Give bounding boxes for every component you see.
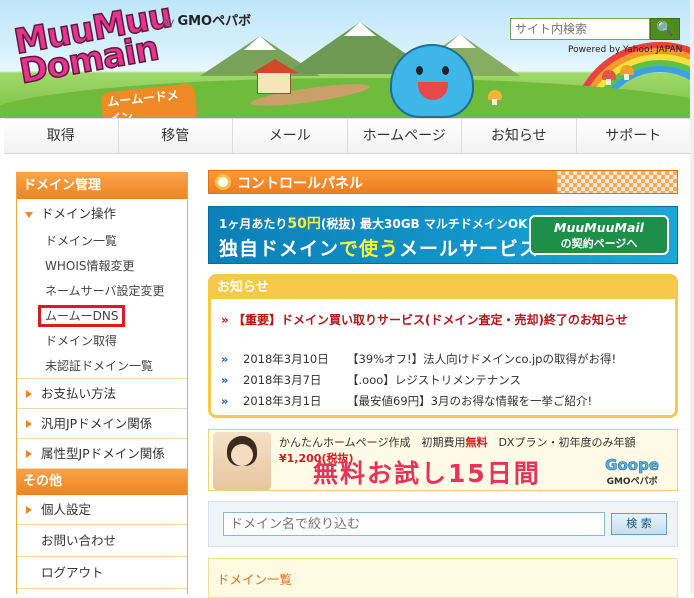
page-title: コントロールパネル xyxy=(237,176,363,192)
nav-item-homepage[interactable]: ホームページ xyxy=(347,119,462,153)
mail-banner-top: 1ヶ月あたり50円(税抜) 最大30GB マルチドメインOK! xyxy=(219,216,533,232)
news-item: » 2018年3月10日 【39%オフ!】法人向けドメインco.jpの取得がお得… xyxy=(221,349,671,370)
nav-item-mail[interactable]: メール xyxy=(233,119,348,153)
logo-sub: ムームードメイン xyxy=(100,83,198,118)
news-item: » 2018年3月7日 【.ooo】レジストリメンテナンス xyxy=(221,370,671,391)
goope-logo: Goope GMOペパボ xyxy=(605,456,659,487)
mail-banner-main: 独自ドメインで使うメールサービス xyxy=(219,238,540,260)
sidebar-item-contact[interactable]: お問い合わせ xyxy=(17,525,187,557)
snow-cap xyxy=(444,34,476,48)
gmo-byline: by GMOペパボ xyxy=(162,14,252,29)
sidebar-item-nameserver[interactable]: ネームサーバ設定変更 xyxy=(17,279,187,304)
sidebar-item-general-jp[interactable]: 汎用JPドメイン関係 xyxy=(17,409,187,439)
scrollbar[interactable] xyxy=(690,0,694,594)
woman-photo xyxy=(213,432,271,490)
news-title: お知らせ xyxy=(211,277,675,299)
control-panel-title: コントロールパネル xyxy=(208,170,678,194)
mail-contract-button[interactable]: MuuMuuMail の契約ページへ xyxy=(529,215,669,255)
mushroom-decoration xyxy=(488,90,502,105)
gear-icon xyxy=(215,174,231,190)
mail-service-banner[interactable]: 1ヶ月あたり50円(税抜) 最大30GB マルチドメインOK! 独自ドメインで使… xyxy=(208,206,678,264)
sidebar-item-domain-list[interactable]: ドメイン一覧 xyxy=(17,229,187,254)
snow-cap xyxy=(344,22,376,36)
news-date: 2018年3月10日 xyxy=(243,352,329,366)
sidebar-item-domain-ops[interactable]: ドメイン操作 xyxy=(17,199,187,229)
news-date: 2018年3月7日 xyxy=(243,373,322,387)
domain-filter: 検 索 xyxy=(208,501,678,547)
news-headline-link[interactable]: » 【重要】ドメイン買い取りサービス(ドメイン査定・売却)終了のお知らせ xyxy=(221,311,628,328)
mushroom-decoration xyxy=(602,70,616,85)
snow-cap xyxy=(244,36,276,50)
sidebar-item-payment[interactable]: お支払い方法 xyxy=(17,379,187,409)
news-date: 2018年3月1日 xyxy=(243,394,322,408)
nav-item-transfer[interactable]: 移管 xyxy=(118,119,233,153)
news-item: » 2018年3月1日 【最安値69円】3月のお得な情報を一挙ご紹介! xyxy=(221,391,671,412)
sidebar-item-domain-acquire[interactable]: ドメイン取得 xyxy=(17,329,187,354)
sidebar-item-muumuu-dns[interactable]: ムームーDNS xyxy=(17,304,187,329)
site-header: MuuMuu Domain ムームードメイン by GMOペパボ 🔍 Power… xyxy=(0,0,694,118)
news-link[interactable]: 【.ooo】レジストリメンテナンス xyxy=(347,370,521,391)
hp-banner-main: 無料お試し15日間 xyxy=(313,459,541,488)
news-list: » 2018年3月10日 【39%オフ!】法人向けドメインco.jpの取得がお得… xyxy=(221,349,671,412)
search-icon[interactable]: 🔍 xyxy=(650,18,680,40)
house-illustration xyxy=(252,59,298,94)
sidebar-item-whois[interactable]: WHOIS情報変更 xyxy=(17,254,187,279)
nav-item-acquire[interactable]: 取得 xyxy=(4,119,119,153)
news-link[interactable]: 【最安値69円】3月のお得な情報を一挙ご紹介! xyxy=(347,391,592,412)
double-chevron-icon: » xyxy=(221,373,229,387)
sidebar-item-logout[interactable]: ログアウト xyxy=(17,557,187,589)
sidebar-item-personal[interactable]: 個人設定 xyxy=(17,495,187,525)
search-button[interactable]: 検 索 xyxy=(611,513,667,535)
mascot-bear xyxy=(390,44,474,118)
global-nav: 取得 移管 メール ホームページ お知らせ サポート xyxy=(4,118,690,154)
news-box: お知らせ » 【重要】ドメイン買い取りサービス(ドメイン査定・売却)終了のお知ら… xyxy=(208,274,678,418)
sidebar-section-title-other: その他 xyxy=(17,469,187,495)
mushroom-decoration xyxy=(620,65,634,80)
checker-decoration xyxy=(557,171,677,193)
double-chevron-icon: » xyxy=(221,394,229,408)
powered-by-text: Powered by Yahoo! JAPAN xyxy=(568,45,683,55)
homepage-trial-banner[interactable]: かんたんホームページ作成 初期費用無料 DXプラン・初年度のみ年額¥1,200(… xyxy=(208,429,678,491)
double-chevron-icon: » xyxy=(221,352,229,366)
sidebar-item-unverified[interactable]: 未認証ドメイン一覧 xyxy=(17,354,187,379)
site-search-input[interactable] xyxy=(510,18,650,40)
nav-item-news[interactable]: お知らせ xyxy=(462,119,577,153)
news-link[interactable]: 【39%オフ!】法人向けドメインco.jpの取得がお得! xyxy=(347,349,616,370)
nav-item-support[interactable]: サポート xyxy=(576,119,690,153)
double-chevron-icon: » xyxy=(221,313,229,327)
domain-list-title: ドメイン一覧 xyxy=(217,572,293,587)
sidebar-item-attribute-jp[interactable]: 属性型JPドメイン関係 xyxy=(17,439,187,469)
sidebar-section-title: ドメイン管理 xyxy=(17,173,187,199)
domain-filter-input[interactable] xyxy=(223,512,605,536)
domain-list-section: ドメイン一覧 xyxy=(208,558,678,598)
sidebar: ドメイン管理 ドメイン操作 ドメイン一覧 WHOIS情報変更 ネームサーバ設定変… xyxy=(16,172,188,594)
